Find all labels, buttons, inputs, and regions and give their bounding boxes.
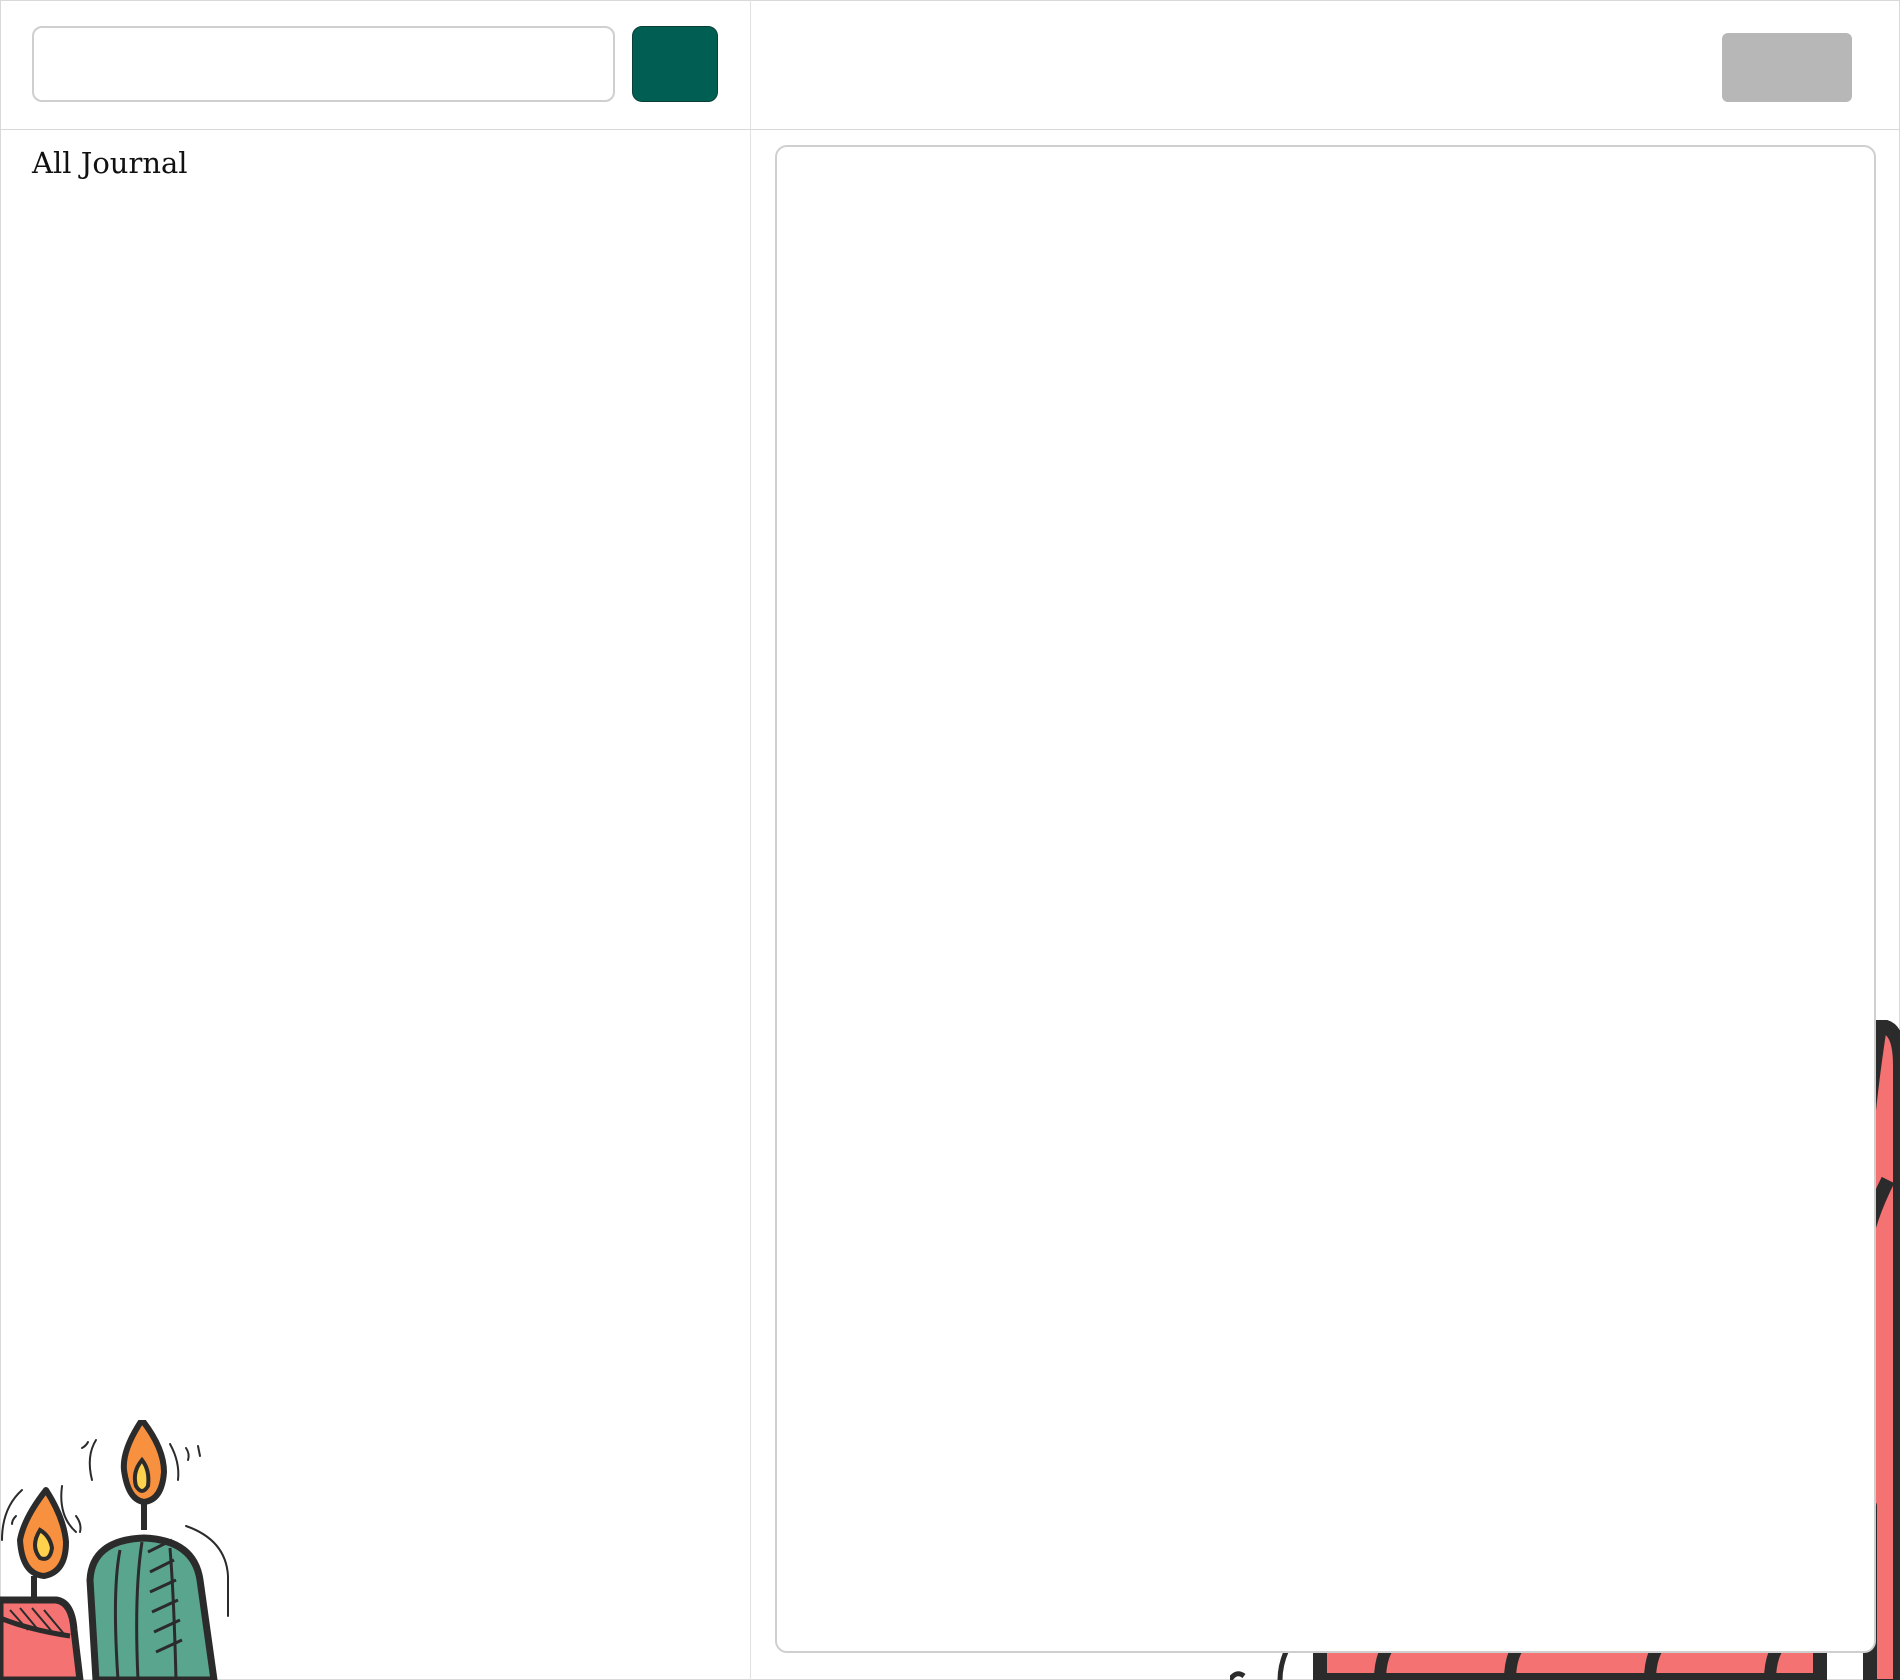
section-title: All Journal <box>32 146 188 180</box>
panel-divider <box>750 0 751 1680</box>
journal-editor[interactable] <box>775 145 1876 1653</box>
candles-illustration <box>0 1420 229 1680</box>
add-entry-button[interactable] <box>632 26 718 102</box>
top-bar <box>0 0 1900 130</box>
save-button[interactable] <box>1722 33 1852 102</box>
search-input[interactable] <box>32 26 615 102</box>
journal-entry-list <box>32 200 722 1400</box>
